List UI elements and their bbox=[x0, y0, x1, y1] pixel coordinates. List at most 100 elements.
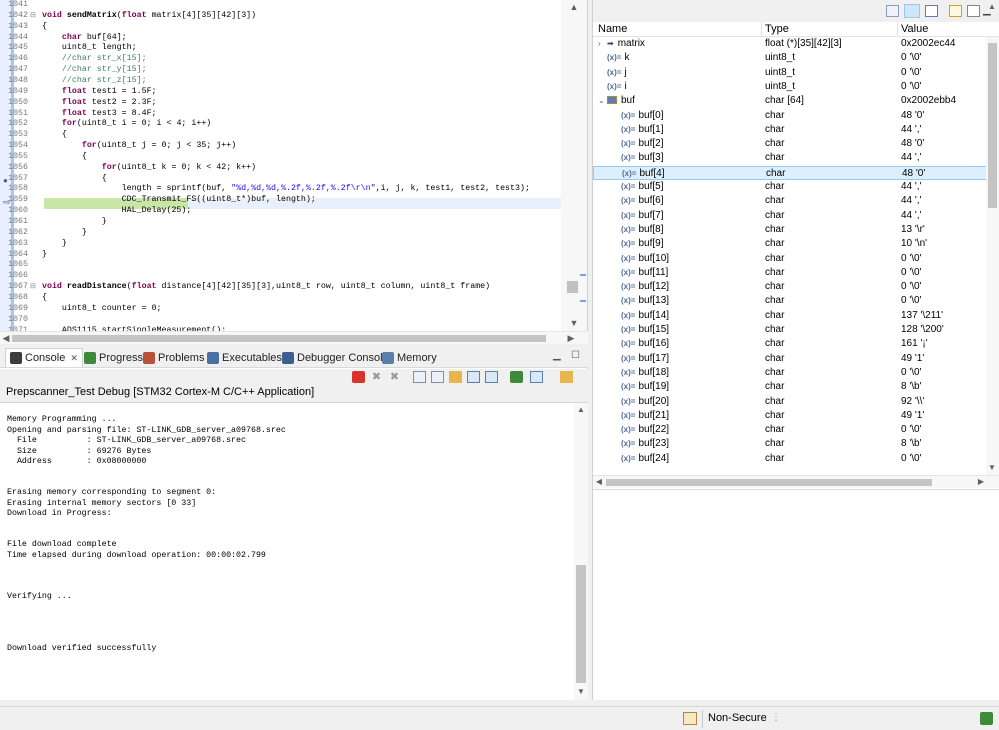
editor-scroll-thumb[interactable] bbox=[567, 281, 578, 293]
code-line[interactable]: 1045 uint8_t length; bbox=[0, 43, 562, 54]
code-line[interactable]: 1050 float test2 = 2.3F; bbox=[0, 98, 562, 109]
column-type[interactable]: Type bbox=[765, 22, 789, 37]
tab-problems[interactable]: Problems bbox=[143, 349, 204, 366]
variable-row[interactable]: (x)= buf[11] char 0 '\0' bbox=[593, 266, 987, 280]
clear-console-icon[interactable] bbox=[413, 371, 426, 383]
tab-progress[interactable]: Progress bbox=[84, 349, 143, 366]
scroll-up-icon[interactable]: ▲ bbox=[987, 2, 997, 12]
variable-value[interactable]: 137 '\211' bbox=[901, 309, 943, 323]
variable-row[interactable]: (x)= buf[16] char 161 '¡' bbox=[593, 337, 987, 351]
variable-value[interactable]: 0 '\0' bbox=[901, 266, 922, 280]
overview-marker[interactable] bbox=[580, 300, 586, 302]
code-line[interactable]: 1058 length = sprintf(buf, "%d,%d,%d,%.2… bbox=[0, 184, 562, 195]
open-console-icon[interactable] bbox=[560, 371, 573, 383]
fold-toggle-icon[interactable]: ⊟ bbox=[30, 12, 38, 20]
column-divider[interactable] bbox=[761, 22, 762, 37]
security-icon[interactable] bbox=[683, 712, 697, 725]
code-line[interactable]: 1061 } bbox=[0, 217, 562, 228]
code-line[interactable]: 1057 { bbox=[0, 174, 562, 185]
code-line[interactable]: 1065 bbox=[0, 260, 562, 271]
breakpoint-icon[interactable]: ● bbox=[3, 176, 12, 186]
tab-memory[interactable]: Memory bbox=[382, 349, 437, 366]
variable-row[interactable]: › ➡ matrix float (*)[35][42][3] 0x2002ec44 bbox=[593, 37, 987, 51]
console-vertical-scrollbar[interactable]: ▲ ▼ bbox=[574, 403, 588, 700]
scroll-up-icon[interactable]: ▲ bbox=[569, 2, 579, 12]
code-line[interactable]: 1041 bbox=[0, 0, 562, 11]
variable-row[interactable]: (x)= buf[23] char 8 '\b' bbox=[593, 437, 987, 451]
variable-row[interactable]: (x)= buf[6] char 44 ',' bbox=[593, 194, 987, 208]
code-line[interactable]: 1052 for(uint8_t i = 0; i < 4; i++) bbox=[0, 119, 562, 130]
variable-row[interactable]: (x)= buf[1] char 44 ',' bbox=[593, 123, 987, 137]
scroll-right-icon[interactable]: ▶ bbox=[566, 333, 576, 343]
code-line[interactable]: 1055 { bbox=[0, 152, 562, 163]
column-value[interactable]: Value bbox=[901, 22, 928, 37]
variable-row[interactable]: (x)= buf[10] char 0 '\0' bbox=[593, 252, 987, 266]
variable-row[interactable]: (x)= buf[21] char 49 '1' bbox=[593, 409, 987, 423]
show-type-names-icon[interactable] bbox=[886, 5, 899, 17]
variables-vertical-scrollbar[interactable]: ▲ ▼ bbox=[986, 2, 999, 475]
variables-hscroll-thumb[interactable] bbox=[606, 479, 932, 486]
variable-row[interactable]: (x)= buf[0] char 48 '0' bbox=[593, 109, 987, 123]
pin-console-icon[interactable] bbox=[510, 371, 523, 383]
variable-row[interactable]: (x)= buf[18] char 0 '\0' bbox=[593, 366, 987, 380]
remove-launch-icon[interactable]: ✖ bbox=[370, 371, 383, 383]
editor-horizontal-scrollbar[interactable]: ◀ ▶ bbox=[0, 331, 588, 344]
variable-value[interactable]: 44 ',' bbox=[901, 151, 922, 165]
scroll-left-icon[interactable]: ◀ bbox=[594, 477, 604, 487]
code-line[interactable]: 1066 bbox=[0, 271, 562, 282]
code-line[interactable]: 1060 HAL_Delay(25); bbox=[0, 206, 562, 217]
column-name[interactable]: Name bbox=[598, 22, 627, 37]
scroll-left-icon[interactable]: ◀ bbox=[1, 333, 11, 343]
variable-value[interactable]: 128 '\200' bbox=[901, 323, 944, 337]
fold-toggle-icon[interactable]: ⊟ bbox=[30, 283, 38, 291]
variable-value[interactable]: 13 '\r' bbox=[901, 223, 925, 237]
code-line[interactable]: 1064} bbox=[0, 250, 562, 261]
variable-value[interactable]: 0 '\0' bbox=[901, 366, 922, 380]
expand-toggle-icon[interactable]: › bbox=[598, 37, 607, 51]
editor-vertical-scrollbar[interactable]: ▲ ▼ bbox=[561, 0, 587, 331]
console-scroll-thumb[interactable] bbox=[576, 565, 586, 683]
view-menu-icon[interactable] bbox=[967, 5, 980, 17]
code-line[interactable]: 1054 for(uint8_t j = 0; j < 35; j++) bbox=[0, 141, 562, 152]
variable-value[interactable]: 49 '1' bbox=[901, 409, 924, 423]
code-line[interactable]: 1056 for(uint8_t k = 0; k < 42; k++) bbox=[0, 163, 562, 174]
code-editor[interactable]: 1041 1042 void sendMatrix(float matrix[4][… bbox=[0, 0, 588, 344]
editor-text-area[interactable]: 1041 1042 void sendMatrix(float matrix[4][… bbox=[0, 0, 562, 331]
console-output[interactable]: Memory Programming ... Opening and parsin… bbox=[0, 402, 588, 700]
variable-row[interactable]: (x)= buf[14] char 137 '\211' bbox=[593, 309, 987, 323]
variables-tree[interactable]: › ➡ matrix float (*)[35][42][3] 0x2002ec44 (x… bbox=[593, 37, 987, 475]
variable-row[interactable]: (x)= buf[8] char 13 '\r' bbox=[593, 223, 987, 237]
variable-value[interactable]: 8 '\b' bbox=[901, 380, 922, 394]
code-line[interactable]: 1053 { bbox=[0, 130, 562, 141]
scroll-lock-icon[interactable] bbox=[431, 371, 444, 383]
maximize-icon[interactable]: ☐ bbox=[571, 350, 580, 361]
variable-value[interactable]: 0 '\0' bbox=[901, 423, 922, 437]
column-divider[interactable] bbox=[897, 22, 898, 37]
variable-row[interactable]: (x)= buf[2] char 48 '0' bbox=[593, 137, 987, 151]
variable-value[interactable]: 0 '\0' bbox=[901, 294, 922, 308]
variable-row[interactable]: (x)= k uint8_t 0 '\0' bbox=[593, 51, 987, 65]
variable-value[interactable]: 48 '0' bbox=[902, 167, 925, 181]
variable-value[interactable]: 0x2002ec44 bbox=[901, 37, 956, 51]
scroll-down-icon[interactable]: ▼ bbox=[576, 687, 586, 697]
variable-row[interactable]: (x)= buf[9] char 10 '\n' bbox=[593, 237, 987, 251]
code-line[interactable]: 1059 CDC_Transmit_FS((uint8_t*)buf, leng… bbox=[0, 195, 562, 206]
variable-row[interactable]: (x)= buf[22] char 0 '\0' bbox=[593, 423, 987, 437]
scroll-up-icon[interactable]: ▲ bbox=[576, 405, 586, 415]
expand-toggle-icon[interactable]: ⌄ bbox=[598, 94, 607, 108]
remove-all-icon[interactable]: ✖ bbox=[388, 371, 401, 383]
editor-hscroll-thumb[interactable] bbox=[12, 335, 546, 342]
variable-row[interactable]: (x)= j uint8_t 0 '\0' bbox=[593, 66, 987, 80]
notifications-icon[interactable] bbox=[980, 712, 993, 725]
variable-row[interactable]: (x)= buf[13] char 0 '\0' bbox=[593, 294, 987, 308]
code-line[interactable]: 1043 { bbox=[0, 22, 562, 33]
collapse-all-icon[interactable] bbox=[925, 5, 938, 17]
variable-row[interactable]: (x)= buf[17] char 49 '1' bbox=[593, 352, 987, 366]
variable-value[interactable]: 0 '\0' bbox=[901, 252, 922, 266]
scroll-down-icon[interactable]: ▼ bbox=[569, 318, 579, 328]
scroll-right-icon[interactable]: ▶ bbox=[976, 477, 986, 487]
variable-row[interactable]: (x)= buf[7] char 44 ',' bbox=[593, 209, 987, 223]
variable-row[interactable]: (x)= buf[15] char 128 '\200' bbox=[593, 323, 987, 337]
variable-detail-pane[interactable] bbox=[593, 489, 999, 700]
variable-value[interactable]: 44 ',' bbox=[901, 123, 922, 137]
